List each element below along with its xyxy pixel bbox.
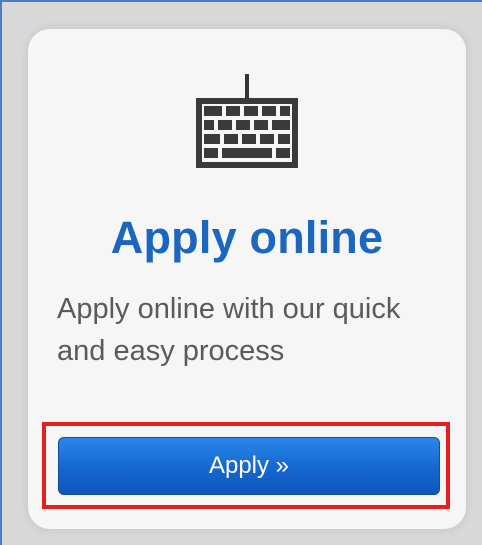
window-frame: Apply online Apply online with our quick… <box>0 0 482 545</box>
apply-button[interactable]: Apply » <box>58 437 440 495</box>
card-description: Apply online with our quick and easy pro… <box>57 293 401 367</box>
card-title: Apply online <box>110 212 384 263</box>
apply-button-label: Apply » <box>208 452 290 479</box>
keyboard-icon <box>192 72 302 182</box>
